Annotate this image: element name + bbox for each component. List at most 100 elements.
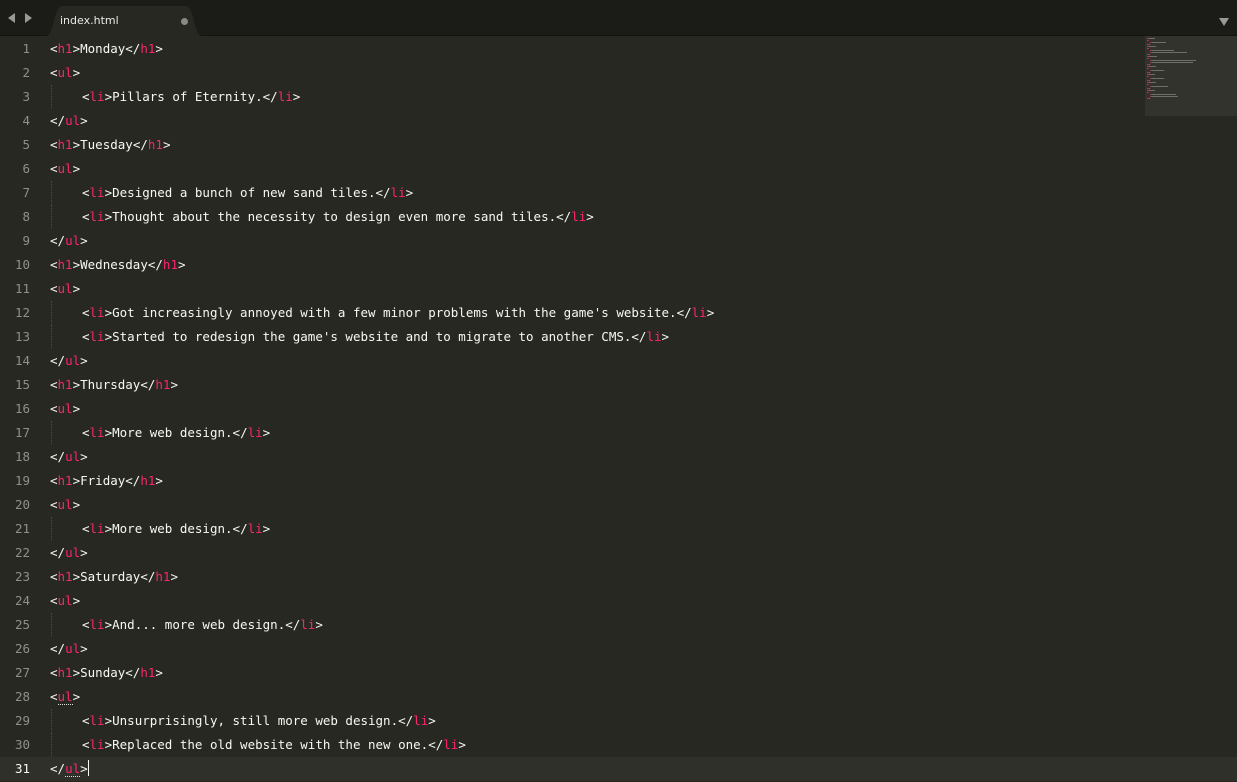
text-content: Unsurprisingly, still more web design. [112, 713, 399, 728]
tag-name: ul [65, 641, 81, 656]
line-number: 10 [14, 257, 30, 272]
code-line[interactable]: 1 <h1>Monday</h1> [0, 37, 1140, 61]
line-number: 18 [14, 449, 30, 464]
tag-bracket: > [80, 113, 88, 128]
minimap-line [1147, 40, 1149, 41]
code-text: </ul> [50, 757, 89, 781]
line-number: 23 [14, 569, 30, 584]
minimap-tag-mark [1147, 80, 1149, 81]
tag-bracket: > [428, 713, 436, 728]
code-text: </ul> [50, 109, 88, 133]
tag-name: li [443, 737, 459, 752]
tag-name: ul [65, 449, 81, 464]
minimap-line [1150, 86, 1168, 87]
tag-name: li [646, 329, 662, 344]
tag-bracket: > [155, 473, 163, 488]
line-number: 21 [14, 521, 30, 536]
line-number: 19 [14, 473, 30, 488]
chevron-down-icon[interactable] [1218, 12, 1230, 26]
code-text: <h1>Wednesday</h1> [50, 253, 186, 277]
code-line[interactable]: 22 </ul> [0, 541, 1140, 565]
code-line[interactable]: 13 <li>Started to redesign the game's web… [0, 325, 1140, 349]
code-line[interactable]: 3 <li>Pillars of Eternity.</li> [0, 85, 1140, 109]
code-line[interactable]: 4 </ul> [0, 109, 1140, 133]
tag-bracket: > [104, 713, 113, 728]
code-line[interactable]: 27 <h1>Sunday</h1> [0, 661, 1140, 685]
code-line[interactable]: 16 <ul> [0, 397, 1140, 421]
code-line[interactable]: 29 <li>Unsurprisingly, still more web des… [0, 709, 1140, 733]
minimap-tag-mark [1150, 50, 1152, 51]
tag-bracket: > [155, 665, 163, 680]
code-text: <ul> [50, 493, 80, 517]
unsaved-dot-icon[interactable] [181, 18, 188, 25]
code-editor[interactable]: 1 <h1>Monday</h1> 2 <ul> 3 <li>Pillars of Ete… [0, 36, 1237, 782]
tag-bracket: </ [262, 89, 278, 104]
tag-bracket: < [50, 689, 58, 704]
code-line[interactable]: 28 <ul> [0, 685, 1140, 709]
code-text: <h1>Monday</h1> [50, 37, 163, 61]
minimap[interactable] [1145, 36, 1237, 116]
code-line[interactable]: 31 </ul> [0, 757, 1237, 781]
minimap-tag-mark [1150, 42, 1152, 43]
tag-bracket: < [50, 473, 58, 488]
minimap-tag-mark [1150, 62, 1152, 63]
tag-bracket: </ [50, 641, 66, 656]
code-line[interactable]: 12 <li>Got increasingly annoyed with a fe… [0, 301, 1140, 325]
code-line[interactable]: 10 <h1>Wednesday</h1> [0, 253, 1140, 277]
tag-bracket: > [104, 737, 113, 752]
code-line[interactable]: 23 <h1>Saturday</h1> [0, 565, 1140, 589]
code-line[interactable]: 19 <h1>Friday</h1> [0, 469, 1140, 493]
tag-bracket: > [458, 737, 466, 752]
minimap-tag-mark [1150, 60, 1152, 61]
code-line[interactable]: 14 </ul> [0, 349, 1140, 373]
tag-name: li [89, 617, 105, 632]
tag-bracket: </ [428, 737, 444, 752]
code-line[interactable]: 25 <li>And... more web design.</li> [0, 613, 1140, 637]
code-line[interactable]: 8 <li>Thought about the necessity to desi… [0, 205, 1140, 229]
code-line[interactable]: 5 <h1>Tuesday</h1> [0, 133, 1140, 157]
text-content: Designed a bunch of new sand tiles. [112, 185, 376, 200]
code-line[interactable]: 2 <ul> [0, 61, 1140, 85]
line-number: 22 [14, 545, 30, 560]
code-line[interactable]: 7 <li>Designed a bunch of new sand tiles.… [0, 181, 1140, 205]
tag-name: h1 [147, 137, 163, 152]
code-line[interactable]: 9 </ul> [0, 229, 1140, 253]
minimap-line [1147, 64, 1150, 65]
tag-bracket: > [155, 41, 163, 56]
code-line[interactable]: 6 <ul> [0, 157, 1140, 181]
text-content: Sunday [80, 665, 126, 680]
tag-bracket: > [104, 617, 113, 632]
tag-bracket: > [72, 401, 81, 416]
code-line[interactable]: 11 <ul> [0, 277, 1140, 301]
left-arrow-icon[interactable] [6, 11, 18, 25]
code-line[interactable]: 17 <li>More web design.</li> [0, 421, 1140, 445]
tag-bracket: < [50, 497, 58, 512]
tag-bracket: > [586, 209, 594, 224]
tag-bracket: < [82, 305, 90, 320]
code-line[interactable]: 18 </ul> [0, 445, 1140, 469]
code-line[interactable]: 15 <h1>Thursday</h1> [0, 373, 1140, 397]
tag-name: h1 [57, 377, 73, 392]
code-line[interactable]: 26 </ul> [0, 637, 1140, 661]
tag-bracket: > [72, 593, 81, 608]
right-arrow-icon[interactable] [22, 11, 34, 25]
tag-name: ul [57, 161, 73, 176]
code-text: <h1>Tuesday</h1> [50, 133, 170, 157]
line-number: 4 [22, 113, 30, 128]
tag-name: h1 [57, 569, 73, 584]
code-line[interactable]: 24 <ul> [0, 589, 1140, 613]
minimap-line [1150, 70, 1164, 71]
tag-bracket: </ [50, 449, 66, 464]
text-content: More web design. [112, 521, 233, 536]
text-content: Monday [80, 41, 126, 56]
tag-bracket: < [82, 89, 90, 104]
tab-index-html[interactable]: index.html [46, 6, 202, 36]
tag-name: li [300, 617, 316, 632]
tag-bracket: > [80, 641, 88, 656]
code-line[interactable]: 21 <li>More web design.</li> [0, 517, 1140, 541]
code-text: <h1>Sunday</h1> [50, 661, 163, 685]
minimap-line [1147, 54, 1150, 55]
code-line[interactable]: 20 <ul> [0, 493, 1140, 517]
code-text: <li>Thought about the necessity to desig… [82, 205, 594, 229]
code-line[interactable]: 30 <li>Replaced the old website with the … [0, 733, 1140, 757]
